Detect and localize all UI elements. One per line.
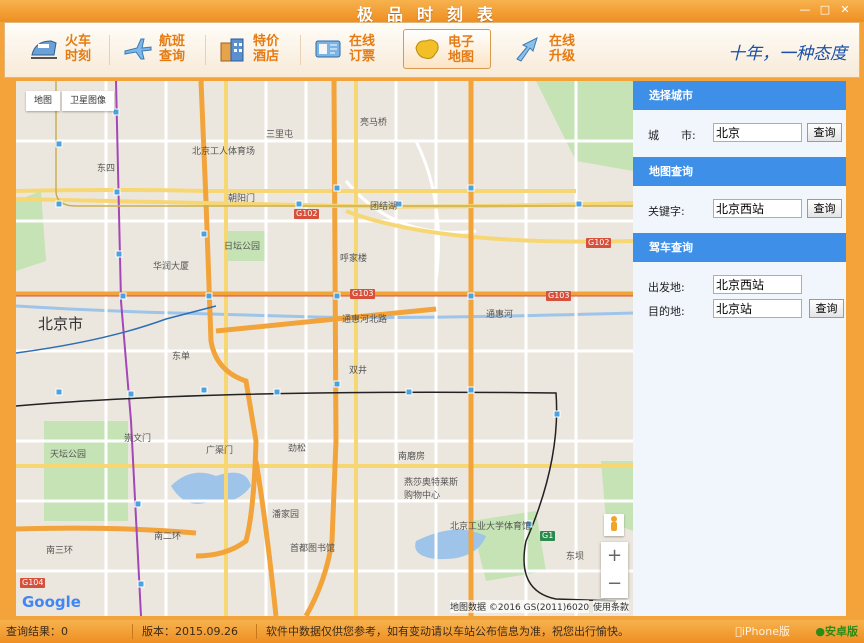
map-icon xyxy=(415,39,439,59)
zoom-in-button[interactable]: + xyxy=(601,542,628,570)
title-bar: 极品时刻表 — □ ✕ xyxy=(0,0,864,24)
map-label-poi: 日坛公园 xyxy=(224,242,261,252)
map-type-tab-map[interactable]: 地图 xyxy=(26,91,61,111)
map-label-area: 南磨房 xyxy=(398,452,426,462)
keyword-label: 关键字: xyxy=(648,205,685,218)
keyword-query-button[interactable]: 查询 xyxy=(807,199,842,218)
ticket-icon xyxy=(315,40,341,58)
map-label-poi: 燕莎奥特莱斯购物中心 xyxy=(404,478,459,501)
map-label-poi: 北京工人体育场 xyxy=(192,147,256,157)
from-input[interactable] xyxy=(713,275,802,294)
google-logo: Google xyxy=(22,593,81,611)
park-area xyxy=(16,191,46,271)
status-bar: 查询结果：0 版本：2015.09.26 软件中数据仅供您参考，如有变动请以车站… xyxy=(0,620,864,643)
version-text: 版本：2015.09.26 xyxy=(142,625,238,638)
map-label-road: 通惠河北路 xyxy=(342,315,388,325)
map-label-poi: 华润大厦 xyxy=(153,262,190,272)
map-label-road: 南三环 xyxy=(46,546,74,556)
highway-shield: G103 xyxy=(546,291,572,301)
android-icon: ● xyxy=(815,625,825,638)
query-result-count: 查询结果：0 xyxy=(6,625,68,638)
to-input[interactable] xyxy=(713,299,802,318)
city-input[interactable] xyxy=(713,123,802,142)
search-panel: 选择城市 城 市: 查询 地图查询 关键字: 查询 驾车查询 出发地: 目的地:… xyxy=(633,81,846,616)
map-label-road: 南二环 xyxy=(154,532,182,542)
keyword-input[interactable] xyxy=(713,199,802,218)
map-attribution: 地图数据 ©2016 GS(2011)6020 xyxy=(450,600,590,613)
to-label: 目的地: xyxy=(648,305,685,318)
toolbar-map-label: 电子 地图 xyxy=(448,35,475,65)
map-view[interactable]: 地图 卫星图像 北京市 北京工人体育场 日坛公园 天坛公园 华润大厦 燕莎奥特莱… xyxy=(16,81,633,616)
status-divider xyxy=(256,624,257,639)
map-label-poi: 天坛公园 xyxy=(50,450,87,460)
toolbar-train-button[interactable]: 火车 时刻 xyxy=(21,29,109,69)
highway-shield: G102 xyxy=(294,209,320,219)
toolbar-divider xyxy=(109,35,110,65)
maximize-button[interactable]: □ xyxy=(818,4,832,16)
city-label: 城 市: xyxy=(648,129,696,142)
upgrade-icon xyxy=(516,37,538,62)
toolbar-upgrade-label: 在线 升级 xyxy=(549,34,576,64)
map-label-poi: 首都图书馆 xyxy=(290,544,336,554)
highway-shield: G1 xyxy=(540,531,556,541)
map-label-area: 东坝 xyxy=(566,552,585,562)
toolbar-flight-button[interactable]: 航班 查询 xyxy=(115,29,203,69)
map-label-area: 东四 xyxy=(97,164,116,174)
close-button[interactable]: ✕ xyxy=(838,4,852,16)
toolbar-train-label: 火车 时刻 xyxy=(65,34,92,64)
highway-shield: G102 xyxy=(586,238,612,248)
map-label-area: 广渠门 xyxy=(206,446,234,456)
slogan-text: 十年，一种态度 xyxy=(728,44,847,64)
city-section-header: 选择城市 xyxy=(633,81,846,110)
toolbar-map-button[interactable]: 电子 地图 xyxy=(403,29,491,69)
map-label-area: 崇文门 xyxy=(124,434,152,444)
zoom-control: + − xyxy=(601,542,628,598)
main-area: 地图 卫星图像 北京市 北京工人体育场 日坛公园 天坛公园 华润大厦 燕莎奥特莱… xyxy=(16,81,846,616)
main-toolbar: 火车 时刻 航班 查询 特价 酒店 在线 订票 电子 地图 在线 升级 十年，一种态度 xyxy=(4,22,860,78)
park-area xyxy=(44,421,128,521)
android-version-link[interactable]: ●安卓版 xyxy=(815,620,858,643)
toolbar-ticket-label: 在线 订票 xyxy=(349,34,376,64)
minimize-button[interactable]: — xyxy=(798,4,812,16)
city-query-button[interactable]: 查询 xyxy=(807,123,842,142)
map-label-river: 通惠河 xyxy=(486,310,514,320)
toolbar-divider xyxy=(300,35,301,65)
poi-section-header: 地图查询 xyxy=(633,157,846,186)
iphone-version-link[interactable]: iPhone版 xyxy=(735,620,790,643)
map-label-poi: 北京工业大学体育馆 xyxy=(450,522,532,532)
highway-shield: G103 xyxy=(350,289,376,299)
map-label-area: 亮马桥 xyxy=(360,118,388,128)
drive-query-button[interactable]: 查询 xyxy=(809,299,844,318)
toolbar-upgrade-button[interactable]: 在线 升级 xyxy=(505,29,593,69)
airplane-icon xyxy=(124,38,152,60)
zoom-out-button[interactable]: − xyxy=(601,570,628,598)
map-label-area: 双井 xyxy=(349,366,368,376)
toolbar-ticket-button[interactable]: 在线 订票 xyxy=(305,29,393,69)
train-icon xyxy=(31,40,57,59)
apple-icon:  xyxy=(735,625,742,638)
map-label-area: 东单 xyxy=(172,352,191,362)
map-label-area: 潘家园 xyxy=(272,510,300,520)
highway-shield: G104 xyxy=(20,578,46,588)
map-label-area: 团结湖 xyxy=(370,202,398,212)
from-label: 出发地: xyxy=(648,281,685,294)
toolbar-hotel-label: 特价 酒店 xyxy=(253,34,280,64)
map-type-tab-satellite[interactable]: 卫星图像 xyxy=(62,91,115,111)
drive-section-header: 驾车查询 xyxy=(633,233,846,262)
hotel-icon xyxy=(220,38,244,62)
status-notice: 软件中数据仅供您参考，如有变动请以车站公布信息为准，祝您出行愉快。 xyxy=(266,625,629,638)
toolbar-hotel-button[interactable]: 特价 酒店 xyxy=(209,29,297,69)
map-label-area: 呼家楼 xyxy=(340,254,368,264)
status-divider xyxy=(132,624,133,639)
map-label-area: 三里屯 xyxy=(266,130,294,140)
map-label-area: 朝阳门 xyxy=(228,194,256,204)
map-label-area: 劲松 xyxy=(288,444,307,454)
toolbar-divider xyxy=(205,35,206,65)
street-view-pegman-icon[interactable] xyxy=(604,514,624,536)
toolbar-flight-label: 航班 查询 xyxy=(159,34,186,64)
map-label-city: 北京市 xyxy=(38,315,84,333)
map-terms-link[interactable]: 使用条款 xyxy=(592,600,629,613)
